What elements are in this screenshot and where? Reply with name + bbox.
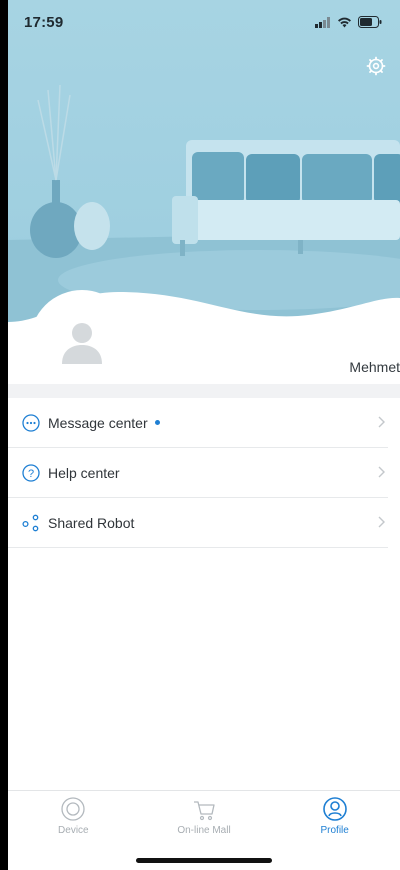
section-divider [8,384,400,398]
menu-item-label: Message center [48,414,148,431]
user-placeholder-icon [62,323,102,364]
signal-icon [315,16,330,28]
home-indicator [136,858,272,863]
tab-label: On-line Mall [177,825,231,836]
username: Mehmet [349,359,400,375]
tab-device[interactable]: Device [8,791,139,846]
profile-icon [322,797,347,821]
tab-online-mall[interactable]: On-line Mall [139,791,270,846]
avatar[interactable] [30,290,134,394]
battery-icon [358,16,382,28]
help-icon: ? [22,463,40,482]
chevron-right-icon [378,516,385,528]
status-time: 17:59 [24,13,64,31]
tab-label: Device [58,825,89,836]
menu-item-label: Shared Robot [48,514,135,531]
menu-item-message-center[interactable]: Message center [8,398,388,448]
profile-menu: Message center ? Help center Shared Robo… [8,398,400,548]
unread-indicator [154,420,160,425]
status-bar: 17:59 [8,0,400,44]
message-icon [22,413,40,432]
menu-item-help-center[interactable]: ? Help center [8,448,388,498]
status-icons [315,16,382,28]
cart-icon [194,801,215,821]
tab-label: Profile [320,825,349,836]
wifi-icon [338,17,351,27]
svg-text:?: ? [28,468,34,480]
share-icon [22,514,40,532]
tab-profile[interactable]: Profile [269,791,400,846]
app-screen: 17:59 Mehmet Message center ? Help cente… [8,0,400,870]
menu-item-label: Help center [48,464,120,481]
gear-icon [366,56,386,76]
settings-button[interactable] [364,54,388,78]
device-icon [61,797,85,821]
bottom-tab-bar: Device On-line Mall Profile [8,790,400,846]
chevron-right-icon [378,466,385,478]
chevron-right-icon [378,416,385,428]
menu-item-shared-robot[interactable]: Shared Robot [8,498,388,548]
